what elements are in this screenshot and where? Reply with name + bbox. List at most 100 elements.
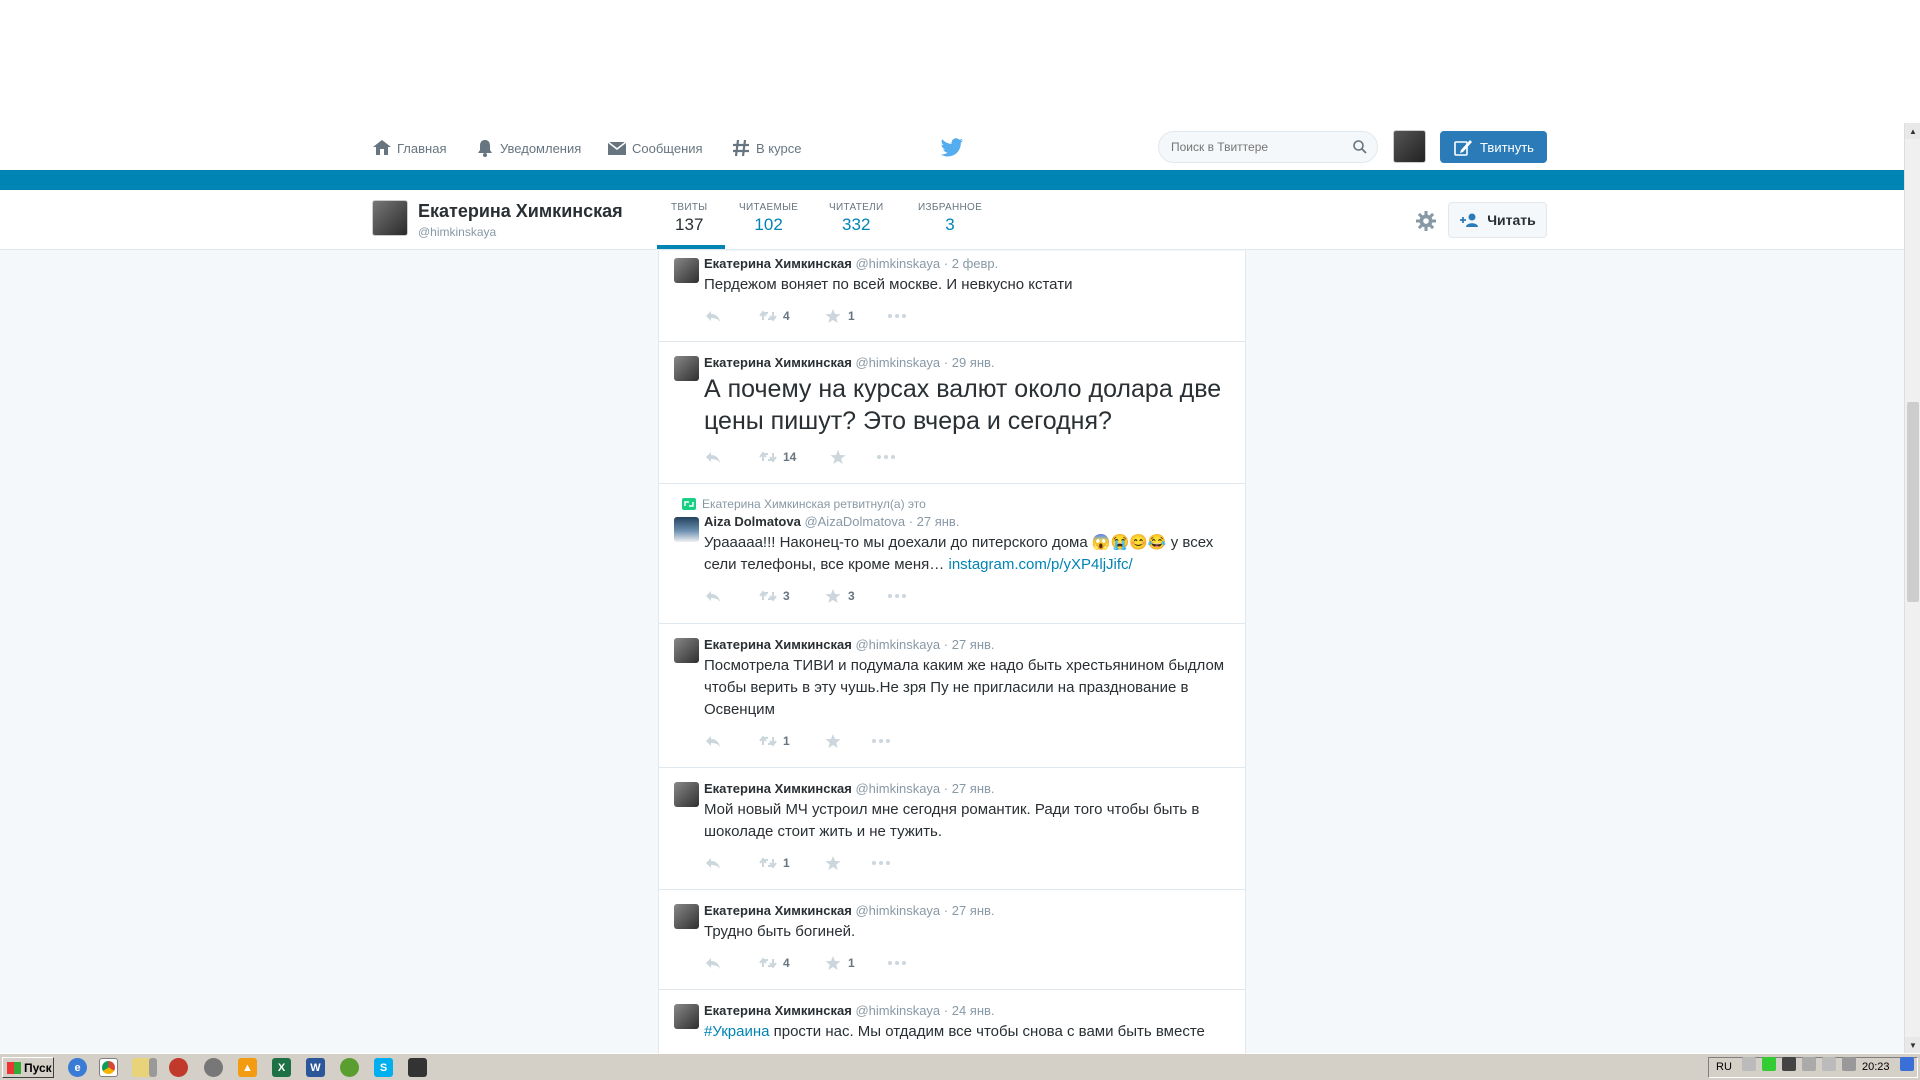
tweet[interactable]: Екатерина Химкинская @himkinskaya · 27 я… [659,624,1245,768]
profile-name[interactable]: Екатерина Химкинская [418,201,623,222]
utility-icon[interactable] [340,1058,359,1077]
reply-button[interactable] [704,449,759,465]
retweet-button[interactable]: 1 [759,855,824,871]
game-icon[interactable] [408,1058,427,1077]
tweet-author-handle[interactable]: @himkinskaya [855,781,940,796]
favorite-button[interactable] [824,855,870,871]
more-button[interactable] [870,855,892,871]
retweet-button[interactable]: 4 [759,955,824,971]
excel-icon[interactable]: X [272,1058,291,1077]
show-desktop-icon[interactable] [1900,1057,1914,1071]
tweet-author-handle[interactable]: @himkinskaya [855,903,940,918]
media-player-icon[interactable] [169,1058,188,1077]
tweet-button[interactable]: Твитнуть [1440,131,1547,163]
tweet-author-name[interactable]: Екатерина Химкинская [704,355,852,370]
tray-security-icon[interactable] [1762,1057,1776,1071]
search-input[interactable] [1158,131,1378,163]
tweet[interactable]: Екатерина Химкинская @himkinskaya · 29 я… [659,342,1245,484]
reply-button[interactable] [704,955,759,971]
tweet-hashtag[interactable]: #Украина [704,1023,769,1040]
network-icon[interactable] [1842,1057,1856,1071]
stat-favorites[interactable]: ИЗБРАННОЕ 3 [918,202,982,235]
tweet-author-name[interactable]: Екатерина Химкинская [704,1003,852,1018]
nav-messages[interactable]: Сообщения [607,136,703,160]
tweet-author-handle[interactable]: @himkinskaya [855,355,940,370]
more-button[interactable] [886,955,908,971]
app-icon[interactable] [204,1058,223,1077]
tweet-author-name[interactable]: Екатерина Химкинская [704,637,852,652]
tweet-author-name[interactable]: Екатерина Химкинская [704,256,852,271]
tweet[interactable]: Екатерина Химкинская @himkinskaya · 24 я… [659,990,1245,1053]
chrome-icon[interactable] [99,1058,118,1077]
reply-button[interactable] [704,588,759,604]
more-button[interactable] [875,449,897,465]
tweet-avatar[interactable] [674,782,699,807]
tweet-author-handle[interactable]: @himkinskaya [855,1003,940,1018]
tweet-author-handle[interactable]: @AizaDolmatova [804,514,905,529]
tweet-avatar[interactable] [674,1004,699,1029]
ie-icon[interactable]: e [68,1058,87,1077]
favorite-button[interactable]: 1 [824,955,886,971]
profile-avatar[interactable] [372,200,408,236]
nav-trends[interactable]: В курсе [731,136,801,160]
retweet-button[interactable]: 14 [759,449,829,465]
language-indicator[interactable]: RU [1716,1061,1732,1073]
scroll-up-arrow-icon[interactable]: ▲ [1905,123,1920,139]
tweet-author-handle[interactable]: @himkinskaya [855,256,940,271]
favorite-button[interactable]: 1 [824,308,886,324]
skype-icon[interactable]: S [374,1058,393,1077]
tweet[interactable]: Екатерина Химкинская @himkinskaya · 27 я… [659,768,1245,890]
tweet-avatar[interactable] [674,517,699,542]
start-button[interactable]: Пуск [2,1057,54,1078]
twitter-bird-icon[interactable] [940,137,964,159]
volume-icon[interactable] [1822,1057,1836,1071]
retweet-button[interactable]: 4 [759,308,824,324]
nav-notifications[interactable]: Уведомления [475,136,581,160]
scrollbar-thumb[interactable] [1907,402,1919,602]
tweet-time[interactable]: · 27 янв. [944,781,995,796]
tweet-time[interactable]: · 2 февр. [944,256,998,271]
tray-arrow-icon[interactable] [1742,1057,1756,1071]
tweet-time[interactable]: · 27 янв. [944,637,995,652]
tweet-author-handle[interactable]: @himkinskaya [855,637,940,652]
tweet-avatar[interactable] [674,258,699,283]
profile-handle[interactable]: @himkinskaya [418,225,496,239]
tray-update-icon[interactable] [1802,1057,1816,1071]
tray-app-icon[interactable] [1782,1057,1796,1071]
favorite-button[interactable] [829,449,875,465]
tweet-author-name[interactable]: Екатерина Химкинская [704,903,852,918]
tweet[interactable]: Екатерина Химкинская @himkinskaya · 2 фе… [659,251,1245,342]
stat-following[interactable]: ЧИТАЕМЫЕ 102 [739,202,798,235]
stat-followers[interactable]: ЧИТАТЕЛИ 332 [829,202,883,235]
vertical-scrollbar[interactable]: ▲ ▼ [1904,123,1920,1053]
tweet-time[interactable]: · 24 янв. [944,1003,995,1018]
more-button[interactable] [870,733,892,749]
scroll-down-arrow-icon[interactable]: ▼ [1905,1037,1920,1053]
tweet-time[interactable]: · 27 янв. [909,514,960,529]
tweet[interactable]: Екатерина Химкинская @himkinskaya · 27 я… [659,890,1245,990]
follow-button[interactable]: Читать [1448,202,1547,238]
tweet-avatar[interactable] [674,356,699,381]
tweet[interactable]: Екатерина Химкинская ретвитнул(а) это Ai… [659,484,1245,624]
stat-tweets[interactable]: ТВИТЫ 137 [671,202,707,235]
favorite-button[interactable]: 3 [824,588,886,604]
tweet-author-name[interactable]: Aiza Dolmatova [704,514,801,529]
word-icon[interactable]: W [306,1058,325,1077]
more-button[interactable] [886,588,908,604]
reply-button[interactable] [704,308,759,324]
reply-button[interactable] [704,733,759,749]
favorite-button[interactable] [824,733,870,749]
tweet-avatar[interactable] [674,638,699,663]
reply-button[interactable] [704,855,759,871]
tweet-link[interactable]: instagram.com/p/yXP4ljJifc/ [948,556,1132,573]
retweet-button[interactable]: 3 [759,588,824,604]
vlc-icon[interactable]: ▲ [238,1058,257,1077]
more-button[interactable] [886,308,908,324]
retweet-context[interactable]: Екатерина Химкинская ретвитнул(а) это [682,497,1233,511]
account-avatar[interactable] [1393,130,1426,163]
search-icon[interactable] [1352,139,1368,155]
gear-icon[interactable] [1415,210,1437,232]
tweet-time[interactable]: · 27 янв. [944,903,995,918]
nav-home[interactable]: Главная [372,136,446,160]
retweet-button[interactable]: 1 [759,733,824,749]
